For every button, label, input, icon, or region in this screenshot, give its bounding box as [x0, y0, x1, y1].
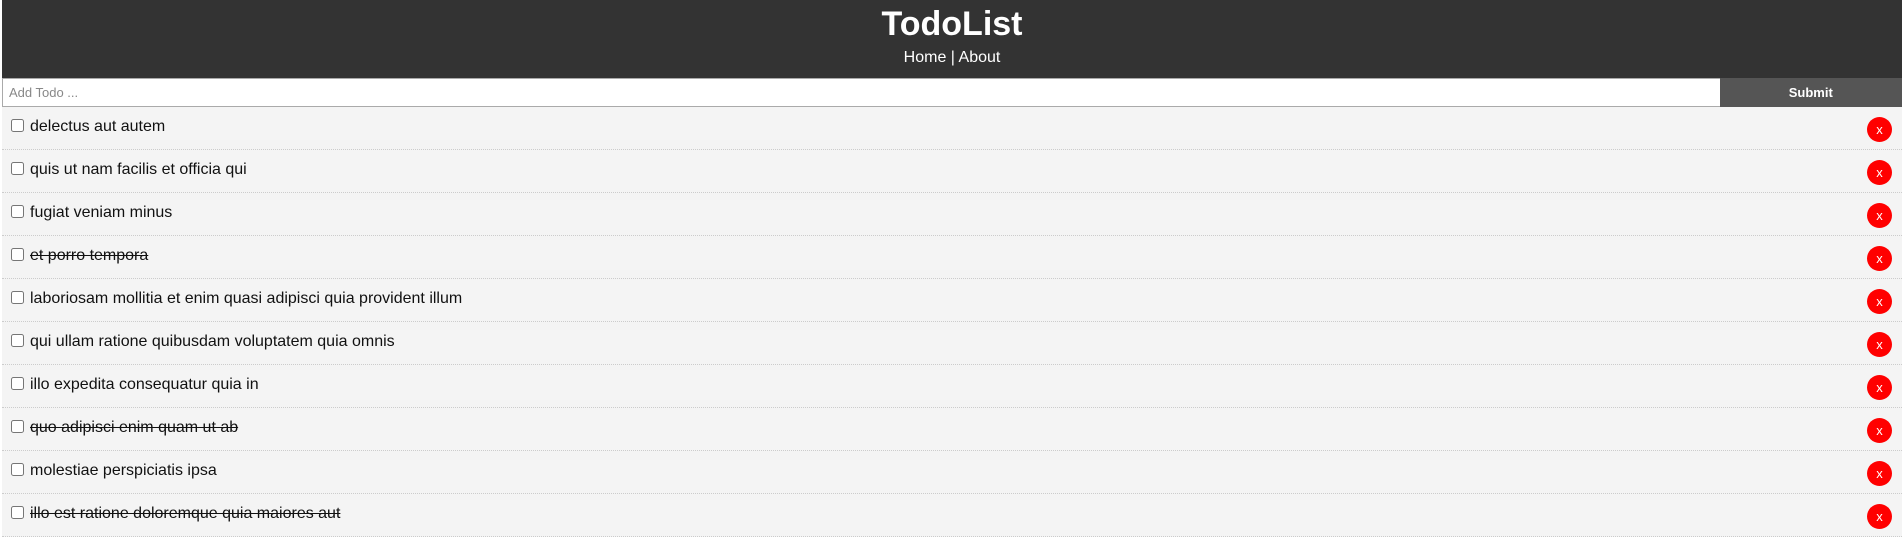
todo-item: laboriosam mollitia et enim quasi adipis…	[2, 279, 1902, 322]
delete-todo-button[interactable]: x	[1867, 246, 1892, 271]
add-todo-form: Submit	[2, 78, 1902, 107]
todo-item: fugiat veniam minus x	[2, 193, 1902, 236]
todo-title: molestiae perspiciatis ipsa	[30, 462, 217, 479]
delete-todo-button[interactable]: x	[1867, 160, 1892, 185]
todo-title: quo adipisci enim quam ut ab	[30, 419, 239, 436]
delete-todo-button[interactable]: x	[1867, 289, 1892, 314]
nav-links: Home | About	[2, 44, 1902, 72]
todo-title: delectus aut autem	[30, 118, 166, 135]
add-todo-input[interactable]	[2, 78, 1720, 107]
delete-todo-button[interactable]: x	[1867, 461, 1892, 486]
todo-title: et porro tempora	[30, 247, 149, 264]
todo-checkbox[interactable]	[11, 420, 24, 433]
todo-checkbox[interactable]	[11, 205, 24, 218]
todo-title: illo expedita consequatur quia in	[30, 376, 259, 393]
todo-item: illo est ratione doloremque quia maiores…	[2, 494, 1902, 537]
nav-separator: |	[946, 49, 959, 66]
todo-checkbox[interactable]	[11, 377, 24, 390]
todo-checkbox[interactable]	[11, 334, 24, 347]
todo-title: illo est ratione doloremque quia maiores…	[30, 505, 341, 522]
nav-home-link[interactable]: Home	[904, 49, 947, 66]
todo-item: illo expedita consequatur quia in x	[2, 365, 1902, 408]
todo-title: qui ullam ratione quibusdam voluptatem q…	[30, 333, 395, 350]
todo-list: delectus aut autem x quis ut nam facilis e…	[2, 107, 1902, 537]
todo-item: delectus aut autem x	[2, 107, 1902, 150]
delete-todo-button[interactable]: x	[1867, 504, 1892, 529]
app-header: TodoList Home | About	[2, 0, 1902, 78]
todo-app: TodoList Home | About Submit delectus au…	[2, 0, 1902, 537]
todo-checkbox[interactable]	[11, 119, 24, 132]
todo-checkbox[interactable]	[11, 291, 24, 304]
submit-button[interactable]: Submit	[1719, 78, 1902, 107]
todo-item: et porro tempora x	[2, 236, 1902, 279]
todo-item: quis ut nam facilis et officia qui x	[2, 150, 1902, 193]
todo-checkbox[interactable]	[11, 248, 24, 261]
todo-item: quo adipisci enim quam ut ab x	[2, 408, 1902, 451]
todo-title: laboriosam mollitia et enim quasi adipis…	[30, 290, 463, 307]
todo-item: molestiae perspiciatis ipsa x	[2, 451, 1902, 494]
delete-todo-button[interactable]: x	[1867, 375, 1892, 400]
todo-checkbox[interactable]	[11, 463, 24, 476]
todo-checkbox[interactable]	[11, 506, 24, 519]
delete-todo-button[interactable]: x	[1867, 332, 1892, 357]
delete-todo-button[interactable]: x	[1867, 117, 1892, 142]
todo-title: quis ut nam facilis et officia qui	[30, 161, 247, 178]
todo-item: qui ullam ratione quibusdam voluptatem q…	[2, 322, 1902, 365]
todo-title: fugiat veniam minus	[30, 204, 173, 221]
app-title: TodoList	[881, 5, 1023, 43]
delete-todo-button[interactable]: x	[1867, 418, 1892, 443]
delete-todo-button[interactable]: x	[1867, 203, 1892, 228]
nav-about-link[interactable]: About	[959, 49, 1001, 66]
todo-checkbox[interactable]	[11, 162, 24, 175]
